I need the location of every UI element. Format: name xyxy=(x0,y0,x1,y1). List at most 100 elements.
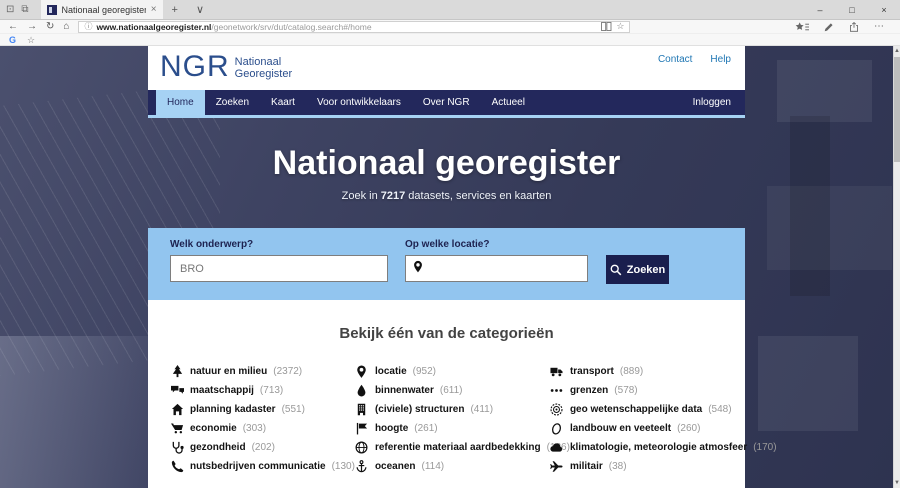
dots-icon xyxy=(550,384,564,397)
category-hoogte[interactable]: hoogte (261) xyxy=(355,419,550,438)
category-label: locatie xyxy=(375,366,407,377)
site-info-icon[interactable]: ⓘ xyxy=(84,22,92,32)
category-transport[interactable]: transport (889) xyxy=(550,362,777,381)
category-klimatologie-meteorologie-atmosfeer[interactable]: klimatologie, meteorologie atmosfeer (17… xyxy=(550,438,777,457)
browser-tab-strip: ⊡ ⧉ Nationaal georegister - × + ∨ – □ × xyxy=(0,0,900,20)
topic-search-input[interactable] xyxy=(170,255,388,282)
site-container: NGR Nationaal Georegister Contact Help H… xyxy=(148,46,745,488)
set-tabs-aside-icon[interactable]: ⊡ xyxy=(6,4,14,15)
category-count: (130) xyxy=(332,461,355,472)
category-count: (713) xyxy=(260,385,283,396)
back-button[interactable]: ← xyxy=(8,21,18,33)
scroll-up-icon[interactable]: ▲ xyxy=(894,46,900,56)
tab-list-chevron-icon[interactable]: ∨ xyxy=(187,0,213,19)
nav-item-home[interactable]: Home xyxy=(156,90,205,115)
category-label: grenzen xyxy=(570,385,608,396)
category-natuur-en-milieu[interactable]: natuur en milieu (2372) xyxy=(170,362,355,381)
category-grenzen[interactable]: grenzen (578) xyxy=(550,381,777,400)
category-civiele-structuren[interactable]: (civiele) structuren (411) xyxy=(355,400,550,419)
scrollbar-thumb[interactable] xyxy=(894,57,900,162)
categories-column-1: natuur en milieu (2372)maatschappij (713… xyxy=(170,362,355,476)
new-tab-button[interactable]: + xyxy=(163,0,187,19)
category-binnenwater[interactable]: binnenwater (611) xyxy=(355,381,550,400)
pin-icon xyxy=(355,365,369,378)
scroll-down-icon[interactable]: ▼ xyxy=(894,478,900,488)
category-oceanen[interactable]: oceanen (114) xyxy=(355,457,550,476)
category-count: (114) xyxy=(422,461,445,472)
location-search-field[interactable] xyxy=(405,255,588,282)
add-favorite-star-icon[interactable]: ☆ xyxy=(616,21,624,32)
ngr-logo[interactable]: NGR Nationaal Georegister xyxy=(160,50,292,84)
category-economie[interactable]: economie (303) xyxy=(170,419,355,438)
category-landbouw-en-veeteelt[interactable]: landbouw en veeteelt (260) xyxy=(550,419,777,438)
nav-item-voor-ontwikkelaars[interactable]: Voor ontwikkelaars xyxy=(306,90,412,115)
category-label: oceanen xyxy=(375,461,416,472)
background-road xyxy=(0,336,155,488)
url-domain: www.nationaalgeoregister.nl xyxy=(96,22,211,32)
plane-icon xyxy=(550,460,564,473)
home-button[interactable]: ⌂ xyxy=(63,21,69,33)
nav-item-kaart[interactable]: Kaart xyxy=(260,90,306,115)
page-title: Nationaal georegister xyxy=(148,118,745,183)
url-input[interactable]: ⓘ www.nationaalgeoregister.nl/geonetwork… xyxy=(78,21,630,33)
speech-bubbles-icon xyxy=(170,384,184,397)
category-geo-wetenschappelijke-data[interactable]: geo wetenschappelijke data (548) xyxy=(550,400,777,419)
web-note-pen-icon[interactable] xyxy=(824,22,834,32)
category-referentie-materiaal-aardbedekking[interactable]: referentie materiaal aardbedekking (186) xyxy=(355,438,550,457)
category-maatschappij[interactable]: maatschappij (713) xyxy=(170,381,355,400)
site-favicon-icon xyxy=(47,5,57,15)
search-button[interactable]: Zoeken xyxy=(606,255,669,284)
category-count: (170) xyxy=(753,442,776,453)
window-minimize-button[interactable]: – xyxy=(804,0,836,19)
category-label: geo wetenschappelijke data xyxy=(570,404,702,415)
browser-favorites-bar: G ☆ xyxy=(0,34,900,46)
hero-section: Nationaal georegister Zoek in 7217 datas… xyxy=(148,118,745,228)
forward-button[interactable]: → xyxy=(27,21,37,33)
category-label: (civiele) structuren xyxy=(375,404,464,415)
tab-strip-spacer xyxy=(213,0,804,19)
nav-item-actueel[interactable]: Actueel xyxy=(481,90,536,115)
nav-item-over-ngr[interactable]: Over NGR xyxy=(412,90,481,115)
category-count: (952) xyxy=(413,366,436,377)
categories-heading: Bekijk één van de categorieën xyxy=(148,325,745,342)
category-gezondheid[interactable]: gezondheid (202) xyxy=(170,438,355,457)
reading-view-icon[interactable] xyxy=(601,22,612,31)
window-maximize-button[interactable]: □ xyxy=(836,0,868,19)
location-pin-icon xyxy=(412,260,424,278)
sphere-icon xyxy=(550,403,564,416)
refresh-button[interactable]: ↻ xyxy=(46,21,54,33)
more-options-icon[interactable]: ⋯ xyxy=(874,21,884,32)
location-search-input[interactable] xyxy=(428,262,581,276)
category-label: hoogte xyxy=(375,423,408,434)
favorites-hub-icon[interactable] xyxy=(795,22,809,32)
logo-acronym: NGR xyxy=(160,50,230,84)
favorite-star-icon[interactable]: ☆ xyxy=(27,35,35,45)
category-label: economie xyxy=(190,423,237,434)
flag-icon xyxy=(355,422,369,435)
share-icon[interactable] xyxy=(849,22,859,32)
category-label: transport xyxy=(570,366,614,377)
window-close-button[interactable]: × xyxy=(868,0,900,19)
category-label: klimatologie, meteorologie atmosfeer xyxy=(570,442,747,453)
tree-icon xyxy=(170,365,184,378)
nav-item-zoeken[interactable]: Zoeken xyxy=(205,90,260,115)
tab-preview-icon[interactable]: ⧉ xyxy=(21,4,28,15)
category-militair[interactable]: militair (38) xyxy=(550,457,777,476)
background-building xyxy=(790,116,830,296)
browser-tab[interactable]: Nationaal georegister - × xyxy=(41,0,163,19)
page-scrollbar[interactable]: ▲ ▼ xyxy=(893,46,900,488)
category-nutsbedrijven-communicatie[interactable]: nutsbedrijven communicatie (130) xyxy=(170,457,355,476)
category-label: referentie materiaal aardbedekking xyxy=(375,442,541,453)
category-label: natuur en milieu xyxy=(190,366,267,377)
google-favorite-icon[interactable]: G xyxy=(9,35,16,45)
nav-item-inloggen[interactable]: Inloggen xyxy=(679,90,745,115)
tab-close-icon[interactable]: × xyxy=(151,4,157,15)
dataset-count: 7217 xyxy=(381,190,405,202)
category-locatie[interactable]: locatie (952) xyxy=(355,362,550,381)
topic-label: Welk onderwerp? xyxy=(170,239,253,250)
category-count: (611) xyxy=(440,385,463,396)
category-planning-kadaster[interactable]: planning kadaster (551) xyxy=(170,400,355,419)
anchor-icon xyxy=(355,460,369,473)
help-link[interactable]: Help xyxy=(710,54,731,65)
contact-link[interactable]: Contact xyxy=(658,54,692,65)
